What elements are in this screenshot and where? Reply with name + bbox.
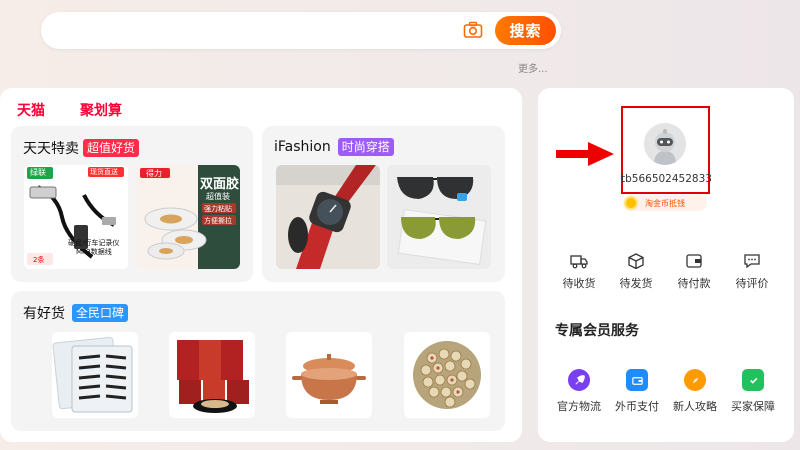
username[interactable]: tb566502452833 bbox=[621, 173, 712, 185]
coin-icon bbox=[624, 196, 638, 210]
rocket-icon bbox=[568, 369, 590, 391]
good-goods-title: 有好货 bbox=[23, 306, 65, 322]
tape-subtitle-label: 超值装 bbox=[206, 192, 230, 201]
service-buyer-protection[interactable]: 买家保障 bbox=[727, 369, 779, 414]
sunglasses-image bbox=[387, 165, 491, 269]
wristwatch-image bbox=[276, 165, 380, 269]
eyelashes-image bbox=[52, 332, 138, 418]
compass-icon bbox=[684, 369, 706, 391]
avatar-image bbox=[644, 123, 686, 165]
order-label: 待收货 bbox=[562, 277, 596, 290]
service-label: 买家保障 bbox=[731, 400, 775, 413]
good-goods-badge: 全民口碑 bbox=[72, 304, 129, 322]
tab-tmall[interactable]: 天猫 bbox=[17, 100, 45, 120]
shield-icon bbox=[742, 369, 764, 391]
usb-qty-label: 2条 bbox=[33, 256, 45, 264]
card-title: 有好货 全民口碑 bbox=[23, 303, 129, 323]
lotus-seeds-image bbox=[404, 332, 490, 418]
tab-juhuasuan[interactable]: 聚划算 bbox=[80, 100, 122, 120]
ifashion-card[interactable]: iFashion 时尚穿搭 bbox=[262, 126, 505, 282]
order-label: 待付款 bbox=[677, 277, 711, 290]
product-lotus-seeds[interactable] bbox=[404, 332, 490, 418]
service-label: 外币支付 bbox=[615, 400, 659, 413]
chat-icon bbox=[744, 254, 760, 269]
coin-label: 淘金币抵钱 bbox=[645, 198, 685, 208]
product-sunglasses[interactable] bbox=[387, 165, 491, 269]
currency-icon bbox=[626, 369, 648, 391]
order-pending-receipt[interactable]: 待收货 bbox=[554, 253, 604, 291]
truck-icon bbox=[570, 255, 588, 269]
service-label: 官方物流 bbox=[557, 400, 601, 413]
tape-brand-label: 得力 bbox=[146, 169, 162, 178]
order-label: 待发货 bbox=[619, 277, 653, 290]
main-panel: 天猫 聚划算 天天特卖 超值好货 绿联 现货直送 硬盘/行车记录仪 MP3数据线 bbox=[0, 88, 522, 442]
card-title: 天天特卖 超值好货 bbox=[23, 138, 140, 158]
tape-note2-label: 方便撕拉 bbox=[204, 217, 232, 225]
service-title: 专属会员服务 bbox=[555, 323, 639, 339]
product-tea-packages[interactable] bbox=[169, 332, 255, 418]
daily-deals-title: 天天特卖 bbox=[23, 141, 79, 157]
tape-title-label: 双面胶 bbox=[200, 177, 240, 192]
camera-icon[interactable] bbox=[463, 21, 483, 39]
service-official-logistics[interactable]: 官方物流 bbox=[553, 369, 605, 414]
product-false-eyelashes[interactable] bbox=[52, 332, 138, 418]
product-usb-cable[interactable]: 绿联 现货直送 硬盘/行车记录仪 MP3数据线 2条 bbox=[24, 165, 128, 269]
good-goods-card[interactable]: 有好货 全民口碑 bbox=[11, 291, 505, 431]
wallet-icon bbox=[686, 254, 702, 268]
search-bar[interactable]: 搜索 bbox=[41, 12, 561, 49]
ifashion-title: iFashion bbox=[274, 139, 331, 155]
service-foreign-currency[interactable]: 外币支付 bbox=[611, 369, 663, 414]
order-pending-review[interactable]: 待评价 bbox=[727, 253, 777, 291]
service-newbie-guide[interactable]: 新人攻略 bbox=[669, 369, 721, 414]
copper-pot-image bbox=[286, 332, 372, 418]
tea-packages-image bbox=[169, 332, 255, 418]
avatar[interactable] bbox=[644, 123, 686, 165]
daily-deals-card[interactable]: 天天特卖 超值好货 绿联 现货直送 硬盘/行车记录仪 MP3数据线 2条 得力 … bbox=[11, 126, 253, 282]
order-pending-shipment[interactable]: 待发货 bbox=[611, 253, 661, 291]
usb-caption-line2: MP3数据线 bbox=[76, 248, 112, 256]
coin-badge[interactable]: 淘金币抵钱 bbox=[623, 195, 707, 211]
tape-note1-label: 强力粘贴 bbox=[204, 205, 232, 213]
search-button[interactable]: 搜索 bbox=[495, 16, 556, 45]
order-pending-payment[interactable]: 待付款 bbox=[669, 253, 719, 291]
red-arrow-annotation bbox=[556, 142, 614, 166]
daily-deals-badge: 超值好货 bbox=[83, 139, 140, 157]
product-double-sided-tape[interactable]: 得力 双面胶 超值装 强力粘贴 方便撕拉 bbox=[136, 165, 240, 269]
order-label: 待评价 bbox=[735, 277, 769, 290]
card-title: iFashion 时尚穿搭 bbox=[274, 138, 394, 156]
product-copper-pot[interactable] bbox=[286, 332, 372, 418]
product-wristwatch[interactable] bbox=[276, 165, 380, 269]
box-icon bbox=[628, 253, 644, 269]
service-label: 新人攻略 bbox=[673, 400, 717, 413]
usb-brand-label: 绿联 bbox=[30, 168, 46, 177]
usb-tag-label: 现货直送 bbox=[90, 168, 118, 176]
more-link[interactable]: 更多... bbox=[518, 60, 548, 75]
ifashion-badge: 时尚穿搭 bbox=[337, 138, 394, 156]
